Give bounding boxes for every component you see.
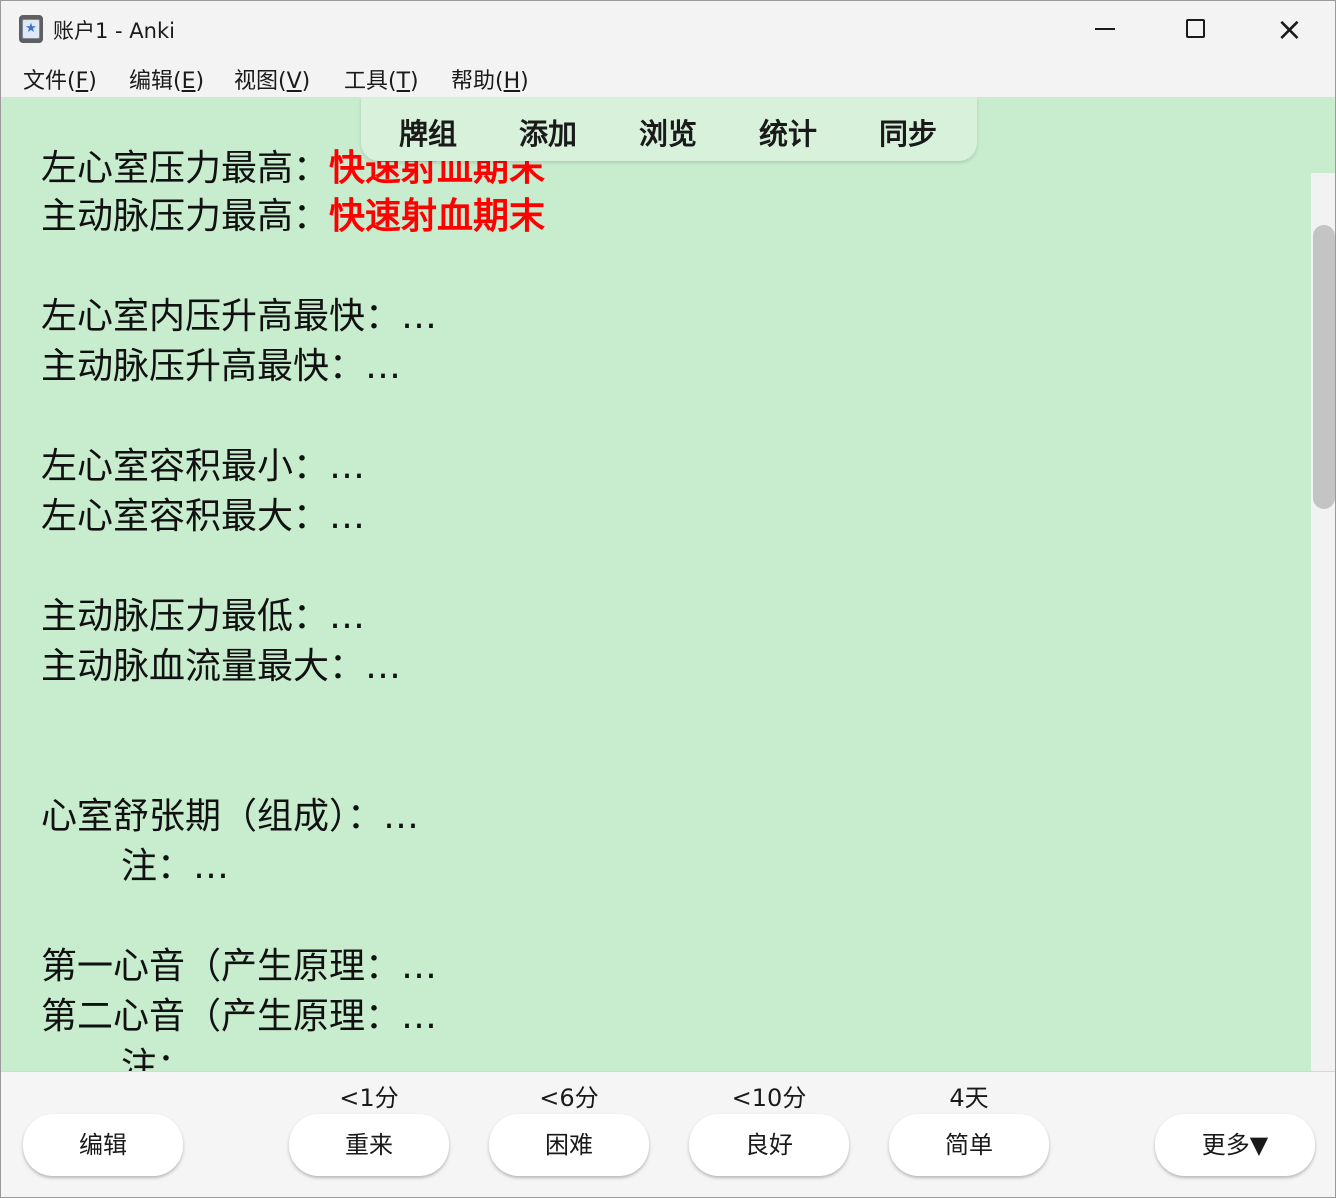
card-line: 心室舒张期（组成）：… (41, 796, 420, 837)
good-interval: <10分 (731, 1084, 807, 1112)
card-line-label: 左心室压力最高： (41, 148, 330, 189)
card-line: 主动脉压力最高：快速射血期末 (41, 195, 545, 239)
card-content: 左心室压力最高： 快速射血期末 主动脉压力最高：快速射血期末 左心室内压升高最快：… (1, 97, 1311, 1071)
card-line-answer: 快速射血期末 (329, 196, 546, 237)
menu-help-close: ) (520, 69, 529, 94)
card-line-note: 注：… (121, 846, 230, 887)
toolbar-add[interactable]: 添加 (519, 111, 577, 153)
card-line: 主动脉血流量最大：… (41, 646, 402, 687)
edit-button[interactable]: 编辑 (23, 1114, 183, 1176)
again-interval: <1分 (339, 1084, 399, 1112)
toolbar-decks[interactable]: 牌组 (399, 111, 457, 153)
card-line-label: 主动脉压力最高： (41, 196, 330, 237)
menu-tools[interactable]: 工具(T) (344, 63, 419, 95)
menu-view[interactable]: 视图(V) (234, 63, 310, 95)
menu-edit-close: ) (195, 69, 205, 94)
menu-bar: 文件(F) 编辑(E) 视图(V) 工具(T) 帮助(H) (1, 57, 1335, 97)
anki-app-icon: ★ (19, 15, 43, 43)
menu-tools-label: 工具( (344, 69, 397, 94)
menu-file-close: ) (88, 69, 97, 94)
card-line: 主动脉压力最低：… (41, 596, 366, 637)
again-button[interactable]: 重来 (289, 1114, 449, 1176)
easy-interval: 4天 (949, 1084, 989, 1112)
hard-button[interactable]: 困难 (489, 1114, 649, 1176)
menu-file-label: 文件( (23, 69, 76, 94)
menu-file[interactable]: 文件(F) (23, 63, 97, 95)
scrollbar-thumb[interactable] (1313, 225, 1335, 509)
main-toolbar: 牌组 添加 浏览 统计 同步 (361, 97, 977, 161)
menu-help-label: 帮助( (451, 69, 504, 94)
card-line: 左心室容积最小：… (41, 446, 366, 487)
toolbar-sync[interactable]: 同步 (879, 111, 937, 153)
menu-file-accel: F (75, 69, 89, 94)
answer-bar: 编辑 <1分 重来 <6分 困难 <10分 良好 4天 简单 更多▼ (1, 1071, 1335, 1197)
card-line: 第一心音（产生原理：… (41, 946, 438, 987)
minimize-icon (1095, 28, 1115, 30)
good-button[interactable]: 良好 (689, 1114, 849, 1176)
menu-edit-accel: E (181, 69, 196, 94)
hard-interval: <6分 (539, 1084, 599, 1112)
maximize-icon (1186, 19, 1205, 38)
toolbar-browse[interactable]: 浏览 (639, 111, 697, 153)
close-icon: × (1276, 10, 1303, 48)
menu-tools-close: ) (410, 69, 419, 94)
menu-view-close: ) (301, 69, 311, 94)
menu-edit[interactable]: 编辑(E) (129, 63, 204, 95)
toolbar-stats[interactable]: 统计 (759, 111, 817, 153)
menu-view-accel: V (286, 69, 302, 94)
window-title: 账户1 - Anki (53, 19, 175, 43)
menu-help[interactable]: 帮助(H) (451, 63, 529, 95)
easy-button[interactable]: 简单 (889, 1114, 1049, 1176)
menu-edit-label: 编辑( (129, 69, 182, 94)
card-line: 主动脉压升高最快：… (41, 346, 402, 387)
title-bar: ★ 账户1 - Anki × (1, 1, 1335, 57)
star-icon: ★ (25, 21, 37, 36)
close-button[interactable]: × (1259, 5, 1319, 53)
card-line: 左心室内压升高最快：… (41, 296, 438, 337)
minimize-button[interactable] (1075, 5, 1135, 53)
menu-help-accel: H (503, 69, 521, 94)
card-line: 左心室容积最大：… (41, 496, 366, 537)
maximize-button[interactable] (1165, 5, 1225, 53)
menu-view-label: 视图( (234, 69, 287, 94)
card-line: 第二心音（产生原理：… (41, 996, 438, 1037)
menu-tools-accel: T (396, 69, 411, 94)
anki-window: ★ 账户1 - Anki × 文件(F) 编辑(E) 视图(V) 工具(T) 帮… (0, 0, 1336, 1198)
card-line-note: 注： (121, 1046, 194, 1071)
more-button[interactable]: 更多▼ (1155, 1114, 1315, 1176)
